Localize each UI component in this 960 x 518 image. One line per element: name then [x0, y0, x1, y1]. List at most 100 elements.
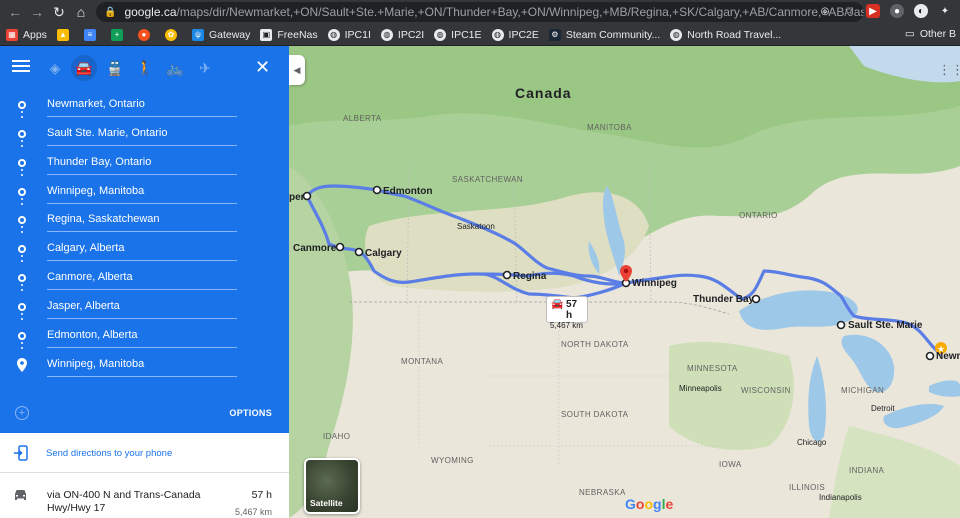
bookmark-drive[interactable]: ▲ — [56, 28, 74, 41]
apps-grid-icon[interactable]: ⋮⋮⋮ — [938, 62, 960, 77]
city-label-indianapolis: Indianapolis — [819, 493, 862, 502]
globe-icon: ◍ — [327, 28, 340, 41]
bookmark-steam[interactable]: ⚙ Steam Community... — [548, 28, 660, 41]
back-arrow-icon[interactable]: ← — [4, 1, 26, 23]
sync-extension-icon[interactable]: ◐ — [914, 4, 928, 18]
profile-extension-icon[interactable]: ● — [890, 4, 904, 18]
dots-connector — [21, 226, 23, 236]
stop-label[interactable]: Sault Ste. Marie, Ontario — [47, 127, 167, 139]
route-duration: 57 h — [251, 489, 272, 501]
other-bookmarks[interactable]: ▭ Other B — [905, 28, 956, 40]
satellite-toggle[interactable]: Satellite — [304, 458, 360, 514]
state-label: IOWA — [719, 460, 742, 469]
bookmark-sheets[interactable]: + — [110, 28, 128, 41]
bookmark-apps[interactable]: ▦ Apps — [6, 28, 47, 41]
stop-underline — [47, 231, 237, 232]
bookmark-gateway[interactable]: ψ Gateway — [191, 28, 250, 41]
state-label: NORTH DAKOTA — [561, 340, 629, 349]
stop-item[interactable]: Newmarket, Ontario — [0, 92, 289, 120]
stop-item[interactable]: Thunder Bay, Ontario — [0, 150, 289, 178]
stop-label[interactable]: Thunder Bay, Ontario — [47, 156, 151, 168]
state-label: WISCONSIN — [741, 386, 791, 395]
dots-connector — [21, 342, 23, 352]
google-logo-letter: G — [625, 496, 636, 512]
route-via: via ON-400 N and Trans-Canada Hwy/Hwy 17 — [47, 489, 201, 514]
map-canvas[interactable]: ★ ◀ ⋮⋮⋮ Canada ALBERTA SASKATCHEWAN MANI… — [289, 46, 960, 518]
collapse-sidebar-button[interactable]: ◀ — [289, 55, 305, 85]
city-label-minneapolis: Minneapolis — [679, 384, 722, 393]
city-label-sault: Sault Ste. Marie — [848, 320, 923, 331]
stop-label[interactable]: Winnipeg, Manitoba — [47, 358, 144, 370]
province-label: ONTARIO — [739, 211, 778, 220]
youtube-extension-icon[interactable]: ▶ — [866, 4, 880, 18]
bookmark-extension[interactable]: ● — [137, 28, 155, 41]
address-bar[interactable]: 🔒 google.ca/maps/dir/Newmarket,+ON/Sault… — [96, 2, 864, 22]
stop-label[interactable]: Newmarket, Ontario — [47, 98, 145, 110]
waypoint-dot-icon — [18, 332, 26, 340]
bookmark-freenas[interactable]: ▣ FreeNas — [260, 28, 318, 41]
reload-icon[interactable]: ↻ — [48, 1, 70, 23]
puzzle-extensions-icon[interactable]: ✦ — [938, 4, 952, 18]
forward-arrow-icon[interactable]: → — [26, 1, 48, 23]
freenas-icon: ▣ — [260, 28, 273, 41]
stop-label[interactable]: Edmonton, Alberta — [47, 329, 138, 341]
globe-icon: ◍ — [491, 28, 504, 41]
stop-label[interactable]: Canmore, Alberta — [47, 271, 133, 283]
stop-label[interactable]: Winnipeg, Manitoba — [47, 185, 144, 197]
stop-item[interactable]: Canmore, Alberta — [0, 265, 289, 293]
country-label: Canada — [515, 85, 572, 101]
stop-item[interactable]: Calgary, Alberta — [0, 236, 289, 264]
extension-orange-icon: ● — [137, 28, 150, 41]
stop-item[interactable]: Winnipeg, Manitoba — [0, 179, 289, 207]
state-label: MICHIGAN — [841, 386, 885, 395]
dots-connector — [21, 255, 23, 265]
bookmark-north-road[interactable]: ◍ North Road Travel... — [670, 28, 781, 41]
options-button[interactable]: OPTIONS — [229, 408, 272, 418]
stop-underline — [47, 145, 237, 146]
home-icon[interactable]: ⌂ — [70, 1, 92, 23]
walk-icon[interactable]: 🚶 — [135, 58, 155, 78]
bookmark-star-icon[interactable]: ☆ — [842, 4, 856, 18]
waypoint-dot-icon — [18, 101, 26, 109]
bookmark-docs[interactable]: ≡ — [83, 28, 101, 41]
add-destination-icon[interactable]: + — [15, 406, 29, 420]
stop-label[interactable]: Jasper, Alberta — [47, 300, 120, 312]
stop-label[interactable]: Regina, Saskatchewan — [47, 213, 160, 225]
best-route-icon[interactable]: ◈ — [45, 58, 65, 78]
car-icon[interactable]: 🚘 — [71, 55, 97, 81]
location-target-icon[interactable]: ◎ — [818, 4, 832, 18]
satellite-label: Satellite — [310, 498, 343, 508]
city-label-jasper: per — [289, 192, 305, 203]
stop-item[interactable]: Winnipeg, Manitoba — [0, 352, 289, 380]
route-time-badge[interactable]: 🚘 57 h 5,467 km — [546, 296, 588, 330]
transit-icon[interactable]: 🚆 — [105, 58, 125, 78]
bike-icon[interactable]: 🚲 — [165, 58, 185, 78]
bookmark-ipc1e[interactable]: ◍ IPC1E — [434, 28, 482, 41]
menu-icon[interactable] — [12, 60, 30, 74]
city-label-thunder-bay: Thunder Bay — [693, 294, 755, 305]
send-to-phone-row[interactable]: Send directions to your phone — [0, 433, 289, 473]
globe-icon: ◍ — [380, 28, 393, 41]
stop-underline — [47, 376, 237, 377]
sheets-icon: + — [110, 28, 123, 41]
flight-icon[interactable]: ✈ — [195, 58, 215, 78]
bookmark-photos[interactable]: ✿ — [164, 28, 182, 41]
stop-underline — [47, 116, 237, 117]
state-label: IDAHO — [323, 432, 351, 441]
stop-underline — [47, 347, 237, 348]
destination-pin-icon — [17, 358, 27, 372]
bookmark-ipc2e[interactable]: ◍ IPC2E — [491, 28, 539, 41]
stop-item[interactable]: Regina, Saskatchewan — [0, 207, 289, 235]
send-directions-label[interactable]: Send directions to your phone — [46, 448, 172, 459]
stop-item[interactable]: Edmonton, Alberta — [0, 323, 289, 351]
add-destination-row[interactable]: + OPTIONS — [0, 398, 289, 430]
stop-item[interactable]: Sault Ste. Marie, Ontario — [0, 121, 289, 149]
dots-connector — [21, 111, 23, 121]
stop-label[interactable]: Calgary, Alberta — [47, 242, 124, 254]
stop-item[interactable]: Jasper, Alberta — [0, 294, 289, 322]
bookmark-ipc2i[interactable]: ◍ IPC2I — [380, 28, 424, 41]
route-option[interactable]: via ON-400 N and Trans-Canada Hwy/Hwy 17… — [0, 474, 289, 518]
bookmark-ipc1i[interactable]: ◍ IPC1I — [327, 28, 371, 41]
waypoint-dot-icon — [18, 303, 26, 311]
close-icon[interactable]: ✕ — [255, 58, 271, 76]
